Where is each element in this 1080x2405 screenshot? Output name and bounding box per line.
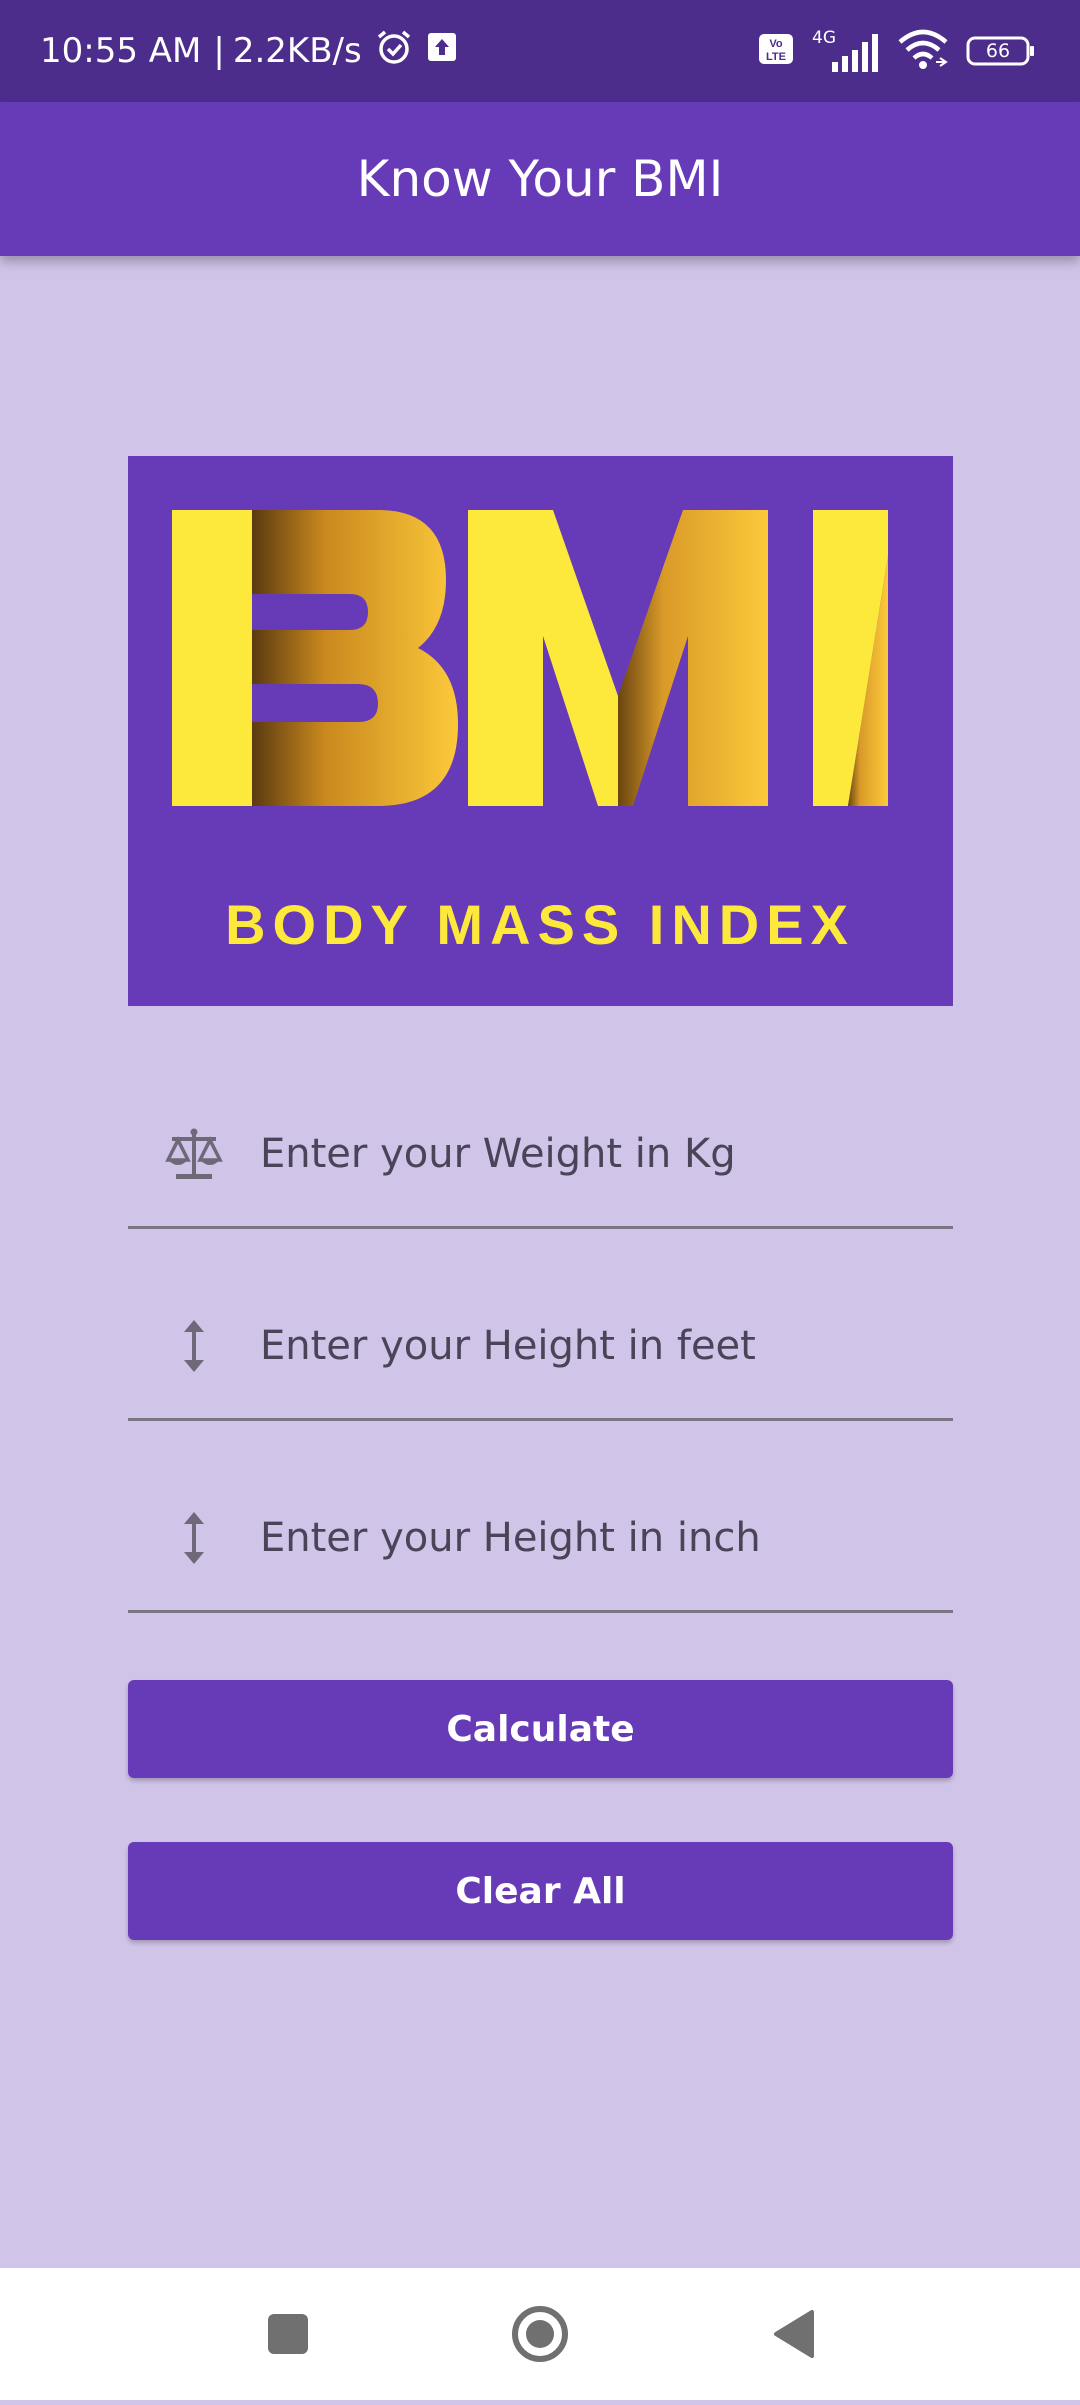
- alarm-icon: [374, 27, 414, 76]
- calculate-button[interactable]: Calculate: [128, 1680, 953, 1778]
- vertical-arrows-icon: [164, 1316, 224, 1376]
- battery-icon: 66: [966, 35, 1036, 67]
- scale-icon: [164, 1124, 224, 1184]
- svg-text:LTE: LTE: [766, 51, 786, 63]
- signal-4g-icon: 4G: [810, 28, 880, 74]
- weight-input[interactable]: [260, 1114, 953, 1194]
- height-inch-input[interactable]: [260, 1498, 953, 1578]
- status-speed: 2.2KB/s: [232, 31, 362, 71]
- bmi-logo: BODY MASS INDEX: [128, 456, 953, 1006]
- wifi-icon: [896, 28, 950, 75]
- svg-text:Vo: Vo: [769, 38, 783, 50]
- status-time: 10:55 AM: [40, 31, 202, 71]
- height-inch-field[interactable]: [128, 1458, 953, 1613]
- weight-field[interactable]: [128, 1074, 953, 1229]
- logo-letter-i: [813, 510, 888, 806]
- recents-square-icon[interactable]: [228, 2268, 348, 2400]
- status-bar: 10:55 AM | 2.2KB/s Vo LTE 4G 66: [0, 0, 1080, 102]
- app-bar: Know Your BMI: [0, 102, 1080, 256]
- logo-letter-m: [468, 510, 768, 806]
- upload-icon: [426, 31, 458, 72]
- status-separator: |: [213, 31, 225, 71]
- vertical-arrows-icon: [164, 1508, 224, 1568]
- battery-level: 66: [985, 40, 1011, 62]
- navigation-bar: [0, 2268, 1080, 2400]
- status-left: 10:55 AM | 2.2KB/s: [40, 0, 458, 102]
- height-feet-field[interactable]: [128, 1266, 953, 1421]
- home-circle-icon[interactable]: [480, 2268, 600, 2400]
- logo-caption: BODY MASS INDEX: [225, 893, 855, 956]
- logo-letter-b: [172, 510, 458, 806]
- app-title: Know Your BMI: [356, 150, 724, 208]
- status-right: Vo LTE 4G 66: [758, 0, 1036, 102]
- height-feet-input[interactable]: [260, 1306, 953, 1386]
- back-triangle-icon[interactable]: [732, 2268, 852, 2400]
- clear-all-button[interactable]: Clear All: [128, 1842, 953, 1940]
- volte-icon: Vo LTE: [758, 32, 794, 71]
